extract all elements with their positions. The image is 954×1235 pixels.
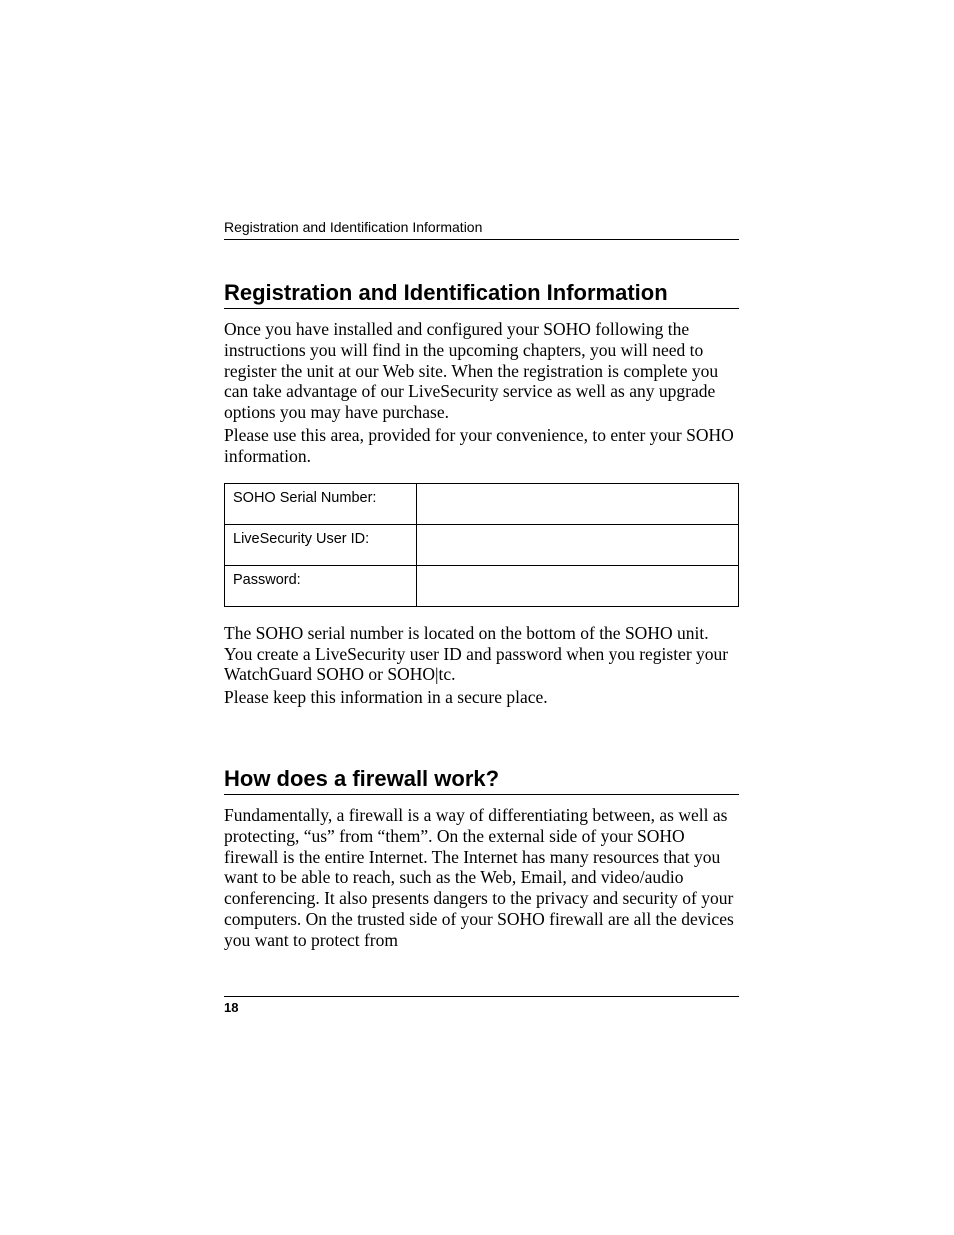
row2-value — [417, 565, 739, 606]
table-row: LiveSecurity User ID: — [225, 524, 739, 565]
running-header: Registration and Identification Informat… — [224, 219, 739, 240]
row1-value — [417, 524, 739, 565]
table-row: Password: — [225, 565, 739, 606]
section1-heading: Registration and Identification Informat… — [224, 280, 739, 309]
table-row: SOHO Serial Number: — [225, 483, 739, 524]
section1-para2: Please use this area, provided for your … — [224, 425, 739, 467]
page-footer: 18 — [224, 996, 739, 1015]
row1-label: LiveSecurity User ID: — [225, 524, 417, 565]
page-number: 18 — [224, 1000, 238, 1015]
section1-para3: The SOHO serial number is located on the… — [224, 623, 739, 685]
page: Registration and Identification Informat… — [0, 0, 954, 1235]
section1-para1: Once you have installed and configured y… — [224, 319, 739, 423]
section2-heading: How does a firewall work? — [224, 766, 739, 795]
row0-label: SOHO Serial Number: — [225, 483, 417, 524]
section2-para1: Fundamentally, a firewall is a way of di… — [224, 805, 739, 951]
row0-value — [417, 483, 739, 524]
row2-label: Password: — [225, 565, 417, 606]
section1-para4: Please keep this information in a secure… — [224, 687, 739, 708]
info-table: SOHO Serial Number: LiveSecurity User ID… — [224, 483, 739, 607]
